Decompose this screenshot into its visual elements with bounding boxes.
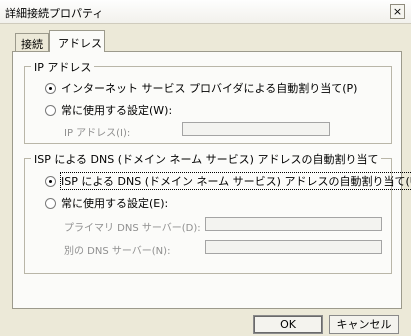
close-button[interactable]: × — [390, 4, 405, 19]
dns-manual-label: 常に使用する設定(E): — [61, 197, 169, 210]
ip-address-field-label: IP アドレス(I): — [64, 128, 131, 139]
primary-dns-label: プライマリ DNS サーバー(D): — [64, 223, 201, 234]
ip-manual-radio[interactable] — [45, 104, 56, 116]
dns-manual-option[interactable]: 常に使用する設定(E): — [45, 195, 168, 211]
ip-auto-option[interactable]: インターネット サービス プロバイダによる自動割り当て(P) — [45, 80, 357, 96]
dns-manual-radio[interactable] — [45, 197, 56, 209]
tab-address-label: アドレス — [58, 37, 102, 50]
dns-group: ISP による DNS (ドメイン ネーム サービス) アドレスの自動割り当て … — [24, 151, 411, 274]
ip-auto-label: インターネット サービス プロバイダによる自動割り当て(P) — [61, 82, 358, 95]
tab-connection[interactable]: 接続 — [15, 33, 49, 51]
tab-address[interactable]: アドレス — [49, 30, 105, 52]
tab-connection-label: 接続 — [21, 38, 43, 51]
ip-address-input[interactable] — [182, 122, 330, 136]
ip-manual-label: 常に使用する設定(W): — [61, 104, 173, 117]
close-icon: × — [392, 5, 403, 18]
ip-address-group: IP アドレス インターネット サービス プロバイダによる自動割り当て(P) 常… — [24, 59, 392, 144]
alternate-dns-label: 別の DNS サーバー(N): — [64, 246, 171, 257]
ip-address-group-legend: IP アドレス — [31, 59, 95, 75]
dns-group-legend: ISP による DNS (ドメイン ネーム サービス) アドレスの自動割り当て — [31, 151, 382, 167]
cancel-button[interactable]: キャンセル — [329, 315, 399, 334]
dns-auto-radio[interactable] — [45, 175, 56, 187]
tab-panel-address: IP アドレス インターネット サービス プロバイダによる自動割り当て(P) 常… — [12, 51, 411, 309]
ok-button[interactable]: OK — [253, 315, 323, 334]
dns-auto-option[interactable]: ISP による DNS (ドメイン ネーム サービス) アドレスの自動割り当て(… — [45, 172, 411, 190]
ip-auto-radio[interactable] — [45, 82, 56, 94]
primary-dns-input[interactable] — [205, 217, 382, 231]
title-bar: 詳細接続プロパティ × — [0, 0, 411, 24]
ip-manual-option[interactable]: 常に使用する設定(W): — [45, 102, 172, 118]
alternate-dns-input[interactable] — [205, 240, 382, 254]
dns-auto-label: ISP による DNS (ドメイン ネーム サービス) アドレスの自動割り当て(… — [59, 172, 411, 190]
window-title: 詳細接続プロパティ — [5, 7, 104, 20]
